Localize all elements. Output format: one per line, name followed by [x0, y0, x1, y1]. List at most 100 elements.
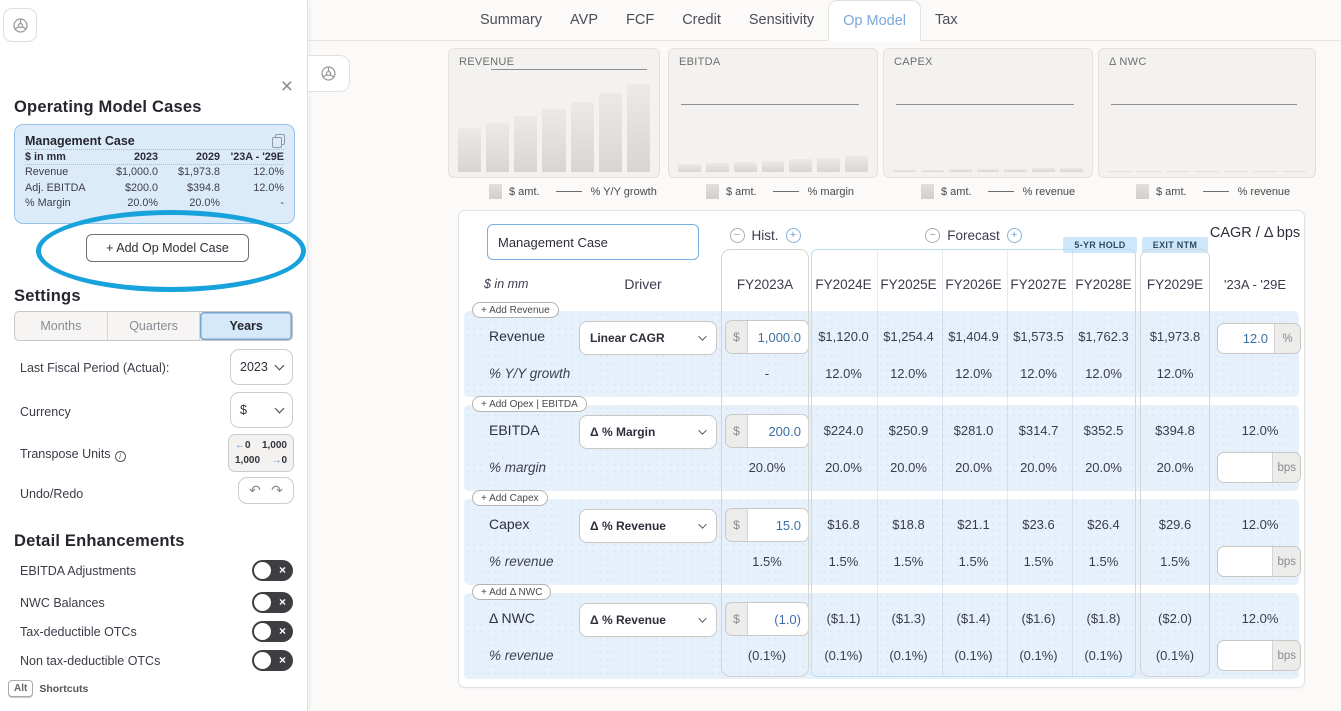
- section-1-fy2023-input[interactable]: [748, 415, 808, 447]
- section-3-driver-select[interactable]: Δ % Revenue: [579, 603, 717, 637]
- section-2-label: Capex: [489, 505, 529, 543]
- section-3-value-cell: ($1.8): [1071, 599, 1136, 637]
- forecast-remove-icon[interactable]: −: [925, 228, 940, 243]
- toggle-non-tax-deductible-otcs[interactable]: ×: [252, 650, 293, 671]
- legend-bar-label: $ amt.: [726, 186, 757, 198]
- last-fiscal-select[interactable]: 2023: [230, 349, 293, 385]
- chart-bar: [1166, 171, 1190, 172]
- chart-title: CAPEX: [894, 56, 933, 68]
- table-section-0: + Add RevenueRevenueLinear CAGR$$1,120.0…: [464, 311, 1299, 397]
- top-tab-bar: Summary AVP FCF Credit Sensitivity Op Mo…: [308, 0, 1341, 41]
- section-1-sub-fy2023-cell: 20.0%: [723, 451, 811, 483]
- section-1-label: EBITDA: [489, 411, 540, 449]
- chart-capex: CAPEX: [883, 48, 1093, 178]
- case-name-input[interactable]: [487, 224, 699, 260]
- forecast-add-icon[interactable]: +: [1007, 228, 1022, 243]
- tab-op-model[interactable]: Op Model: [828, 0, 921, 41]
- tab-credit[interactable]: Credit: [668, 0, 735, 40]
- chart-bar: [977, 169, 1000, 172]
- tab-fcf[interactable]: FCF: [612, 0, 668, 40]
- chart-bar: [893, 170, 916, 172]
- section-2-driver-select[interactable]: Δ % Revenue: [579, 509, 717, 543]
- section-3-sub-cagr-input[interactable]: [1218, 641, 1272, 670]
- tab-tax[interactable]: Tax: [921, 0, 972, 40]
- chevron-down-icon: [698, 332, 706, 340]
- section-2-sub-fy2023-cell: 1.5%: [723, 545, 811, 577]
- redo-icon[interactable]: ↷: [271, 482, 283, 499]
- chart-bars: [1108, 73, 1306, 172]
- chart-bar: [1032, 168, 1055, 172]
- section-2-fy2023-inputbox: $: [725, 508, 809, 542]
- section-2-sub-cagr-input[interactable]: [1218, 547, 1272, 576]
- section-0-exit-cell: $1,973.8: [1140, 317, 1210, 355]
- duplicate-case-icon[interactable]: [272, 134, 284, 148]
- info-icon: i: [115, 451, 126, 462]
- toggle-ebitda-adjustments[interactable]: ×: [252, 560, 293, 581]
- section-1-sub-cagr-input[interactable]: [1218, 453, 1272, 482]
- chart-bar: [458, 128, 481, 172]
- add-row-chip[interactable]: + Add Δ NWC: [472, 584, 551, 600]
- segment-quarters[interactable]: Quarters: [108, 312, 201, 340]
- shortcuts-hint: Alt Shortcuts: [8, 680, 88, 697]
- legend-delta-nwc: $ amt. % revenue: [1136, 184, 1290, 199]
- tab-avp[interactable]: AVP: [556, 0, 612, 40]
- chart-bar: [845, 156, 868, 172]
- section-1-sub-value-cell: 20.0%: [1006, 451, 1071, 483]
- growth-line: [491, 69, 647, 70]
- toggle-nwc-balances[interactable]: ×: [252, 592, 293, 613]
- table-body: + Add RevenueRevenueLinear CAGR$$1,120.0…: [459, 311, 1304, 687]
- section-0-sub-value-cell: 12.0%: [941, 357, 1006, 389]
- toggle-tax-deductible-otcs[interactable]: ×: [252, 621, 293, 642]
- section-0-fy2023-inputbox: $: [725, 320, 809, 354]
- section-2-sub-value-cell: 1.5%: [941, 545, 1006, 577]
- section-0-fy2023-input[interactable]: [748, 321, 808, 353]
- chart-title: EBITDA: [679, 56, 721, 68]
- section-0-cagr-input[interactable]: [1218, 324, 1274, 353]
- chart-bar: [762, 161, 785, 172]
- cagr-header: CAGR / Δ bps: [1200, 225, 1310, 241]
- settings-gear-button[interactable]: [3, 8, 37, 42]
- bar-swatch-icon: [1136, 184, 1149, 199]
- section-3-fy2023-input[interactable]: [748, 603, 808, 635]
- tab-summary[interactable]: Summary: [466, 0, 556, 40]
- legend-revenue: $ amt. % Y/Y growth: [489, 184, 657, 199]
- section-0-sub-exit-cell: 12.0%: [1140, 357, 1210, 389]
- legend-capex: $ amt. % revenue: [921, 184, 1075, 199]
- segment-months[interactable]: Months: [15, 312, 108, 340]
- section-0-driver-select[interactable]: Linear CAGR: [579, 321, 717, 355]
- transpose-units-button[interactable]: ←0 1,000 1,000 →0: [228, 434, 294, 472]
- chart-bar: [817, 158, 840, 172]
- hist-add-icon[interactable]: +: [786, 228, 801, 243]
- line-swatch-icon: [773, 191, 799, 193]
- add-row-chip[interactable]: + Add Opex | EBITDA: [472, 396, 587, 412]
- undo-icon[interactable]: ↶: [249, 482, 261, 499]
- panel-drawer-handle[interactable]: [308, 55, 350, 92]
- currency-select[interactable]: $: [230, 392, 293, 428]
- segment-years[interactable]: Years: [200, 312, 292, 340]
- hist-remove-icon[interactable]: −: [730, 228, 745, 243]
- five-yr-hold-badge: 5-YR HOLD: [1063, 237, 1137, 253]
- detail-enhancements-title: Detail Enhancements: [14, 532, 185, 551]
- tab-sensitivity[interactable]: Sensitivity: [735, 0, 828, 40]
- col-fy2029e: FY2029E: [1140, 267, 1210, 301]
- close-icon[interactable]: ×: [281, 76, 293, 97]
- section-1-value-cell: $224.0: [811, 411, 876, 449]
- section-0-sub-label: % Y/Y growth: [489, 357, 570, 389]
- section-1-driver-select[interactable]: Δ % Margin: [579, 415, 717, 449]
- legend-bar-label: $ amt.: [509, 186, 540, 198]
- section-0-driver-value: Linear CAGR: [590, 331, 665, 345]
- chevron-down-icon: [698, 426, 706, 434]
- section-2-sub-cagr-inputbox: bps: [1217, 546, 1301, 577]
- section-3-sub-label: % revenue: [489, 639, 554, 671]
- case-card-row-ebitda: Adj. EBITDA $200.0 $394.8 12.0%: [25, 180, 284, 196]
- section-2-sub-cagr-suffix: bps: [1272, 547, 1300, 576]
- management-case-card[interactable]: Management Case $ in mm 2023 2029 '23A -…: [14, 124, 295, 224]
- section-2-fy2023-input[interactable]: [748, 509, 808, 541]
- section-2-sub-label: % revenue: [489, 545, 554, 577]
- section-3-driver-value: Δ % Revenue: [590, 613, 666, 627]
- legend-line-label: % Y/Y growth: [591, 186, 657, 198]
- add-row-chip[interactable]: + Add Capex: [472, 490, 548, 506]
- add-row-chip[interactable]: + Add Revenue: [472, 302, 559, 318]
- add-op-model-case-button[interactable]: + Add Op Model Case: [86, 234, 249, 262]
- section-1-fy2023-inputbox: $: [725, 414, 809, 448]
